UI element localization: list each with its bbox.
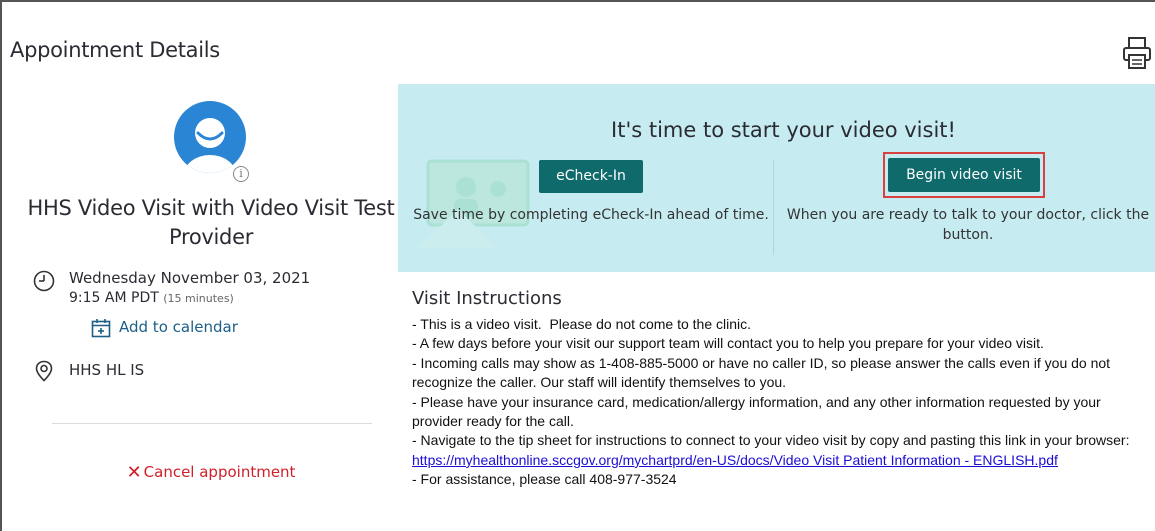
appointment-window: Appointment Details i HHS Video Visit wi…	[0, 0, 1155, 531]
echeck-in-button[interactable]: eCheck-In	[539, 160, 643, 193]
begin-video-visit-description: When you are ready to talk to your docto…	[786, 207, 1150, 243]
video-call-illustration-icon	[418, 159, 530, 249]
add-to-calendar-link[interactable]: Add to calendar	[119, 318, 238, 336]
divider	[773, 160, 774, 255]
instructions-title: Visit Instructions	[412, 288, 562, 309]
location-pin-icon	[35, 360, 53, 382]
instruction-line: - This is a video visit. Please do not c…	[412, 316, 752, 332]
instructions-body: - This is a video visit. Please do not c…	[412, 315, 1152, 490]
printer-icon[interactable]	[1122, 36, 1152, 70]
begin-video-visit-button[interactable]: Begin video visit	[888, 158, 1040, 192]
echeck-in-description: Save time by completing eCheck-In ahead …	[413, 207, 769, 223]
divider	[52, 423, 372, 424]
info-icon[interactable]: i	[233, 166, 249, 182]
instruction-line: - Navigate to the tip sheet for instruct…	[412, 431, 1152, 470]
page-title: Appointment Details	[10, 38, 220, 62]
instruction-line: - For assistance, please call 408-977-35…	[412, 471, 677, 488]
video-visit-banner: It's time to start your video visit! eCh…	[398, 84, 1155, 272]
visit-instructions: Visit Instructions - This is a video vis…	[412, 288, 1152, 490]
instruction-line: - A few days before your visit our suppo…	[412, 335, 1044, 352]
appointment-summary: i HHS Video Visit with Video Visit Test …	[24, 84, 398, 531]
visit-title: HHS Video Visit with Video Visit Test Pr…	[27, 196, 395, 249]
instruction-line: - Incoming calls may show as 1-408-885-5…	[412, 354, 1111, 391]
cancel-appointment-button[interactable]: ✕ Cancel appointment	[24, 462, 398, 483]
provider-avatar	[174, 101, 246, 173]
appointment-date: Wednesday November 03, 2021	[69, 269, 311, 287]
time-value: 9:15 AM PDT	[69, 290, 159, 306]
appointment-location: HHS HL IS	[69, 361, 145, 379]
duration: (15 minutes)	[163, 292, 234, 305]
instruction-text: - Navigate to the tip sheet for instruct…	[412, 432, 1130, 449]
banner-title: It's time to start your video visit!	[611, 118, 956, 142]
close-icon: ✕	[126, 462, 142, 483]
calendar-add-icon[interactable]	[91, 318, 111, 338]
clock-icon	[33, 270, 55, 292]
appointment-time: 9:15 AM PDT (15 minutes)	[69, 290, 234, 306]
instruction-line: - Please have your insurance card, medic…	[412, 393, 1101, 430]
person-icon	[184, 118, 236, 173]
cancel-label: Cancel appointment	[143, 463, 296, 481]
tip-sheet-link[interactable]: https://myhealthonline.sccgov.org/mychar…	[412, 452, 1058, 468]
